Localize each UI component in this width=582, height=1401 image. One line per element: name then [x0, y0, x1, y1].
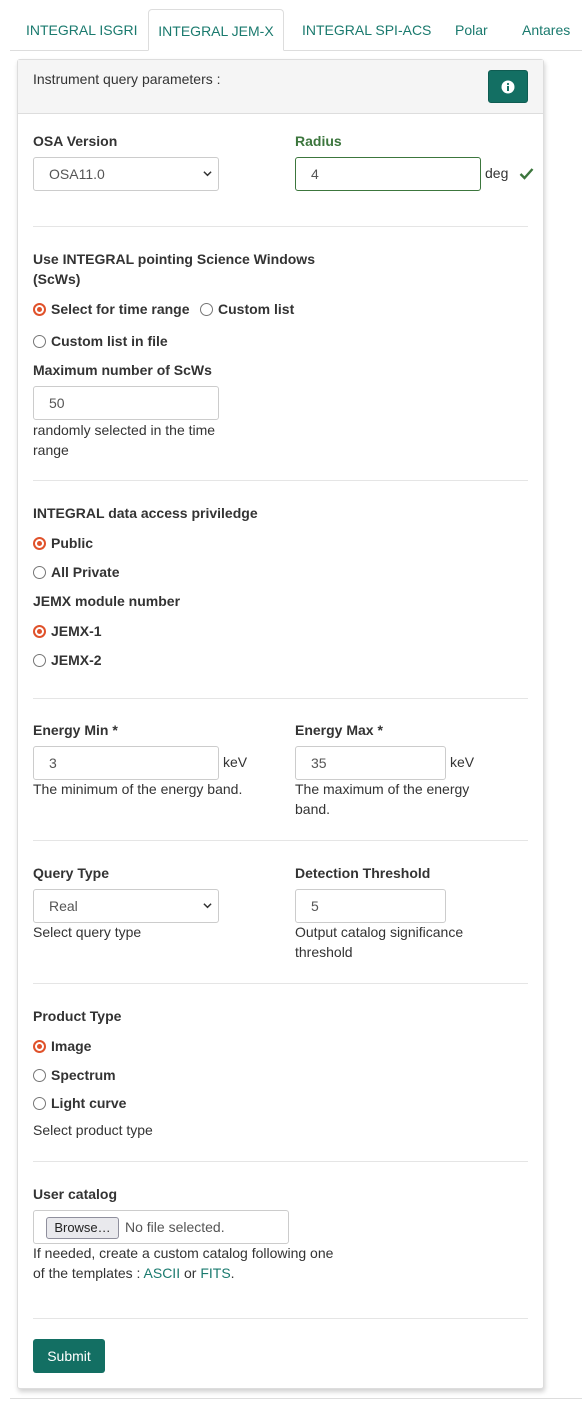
divider — [33, 480, 528, 481]
radius-unit: deg — [485, 165, 509, 181]
query-type-select[interactable]: Real — [33, 889, 219, 923]
catalog-help-line2: of the templates : ASCII or FITS. — [33, 1263, 235, 1283]
product-type-help: Select product type — [33, 1122, 153, 1138]
detection-threshold-help: Output catalog significance — [295, 924, 464, 940]
divider — [33, 840, 528, 841]
radio-light-curve[interactable]: Light curve — [33, 1093, 126, 1113]
jemx-label: JEMX module number — [33, 593, 181, 609]
energy-max-help-line2: band. — [295, 801, 331, 817]
panel-header-title: Instrument query parameters : — [33, 71, 221, 87]
energy-min-label: Energy Min * — [33, 722, 118, 738]
ascii-template-link[interactable]: ASCII — [144, 1265, 181, 1281]
tab-integral-spi-acs[interactable]: INTEGRAL SPI-ACS — [302, 9, 431, 51]
user-catalog-label: User catalog — [33, 1186, 118, 1202]
radio-button[interactable] — [33, 1068, 46, 1082]
radio-label: Custom list in file — [51, 333, 168, 349]
scw-label-line2: (ScWs) — [33, 271, 81, 287]
no-file-text: No file selected. — [125, 1219, 225, 1235]
catalog-help: If needed, create a custom catalog follo… — [33, 1245, 334, 1261]
radio-label: JEMX-2 — [51, 652, 102, 668]
catalog-help-suffix: . — [230, 1265, 235, 1281]
radio-button[interactable] — [33, 334, 46, 348]
radio-label: Select for time range — [51, 301, 190, 317]
osa-version-label: OSA Version — [33, 133, 118, 149]
access-label: INTEGRAL data access priviledge — [33, 505, 258, 521]
radio-button[interactable] — [33, 1039, 46, 1053]
scw-label: Use INTEGRAL pointing Science Windows — [33, 251, 315, 267]
tab-antares[interactable]: Antares — [522, 9, 570, 51]
radio-image[interactable]: Image — [33, 1036, 91, 1056]
radio-custom-list-file[interactable]: Custom list in file — [33, 331, 168, 351]
energy-min-unit: keV — [223, 754, 248, 770]
divider — [10, 1398, 582, 1399]
osa-version-select[interactable]: OSA11.0 — [33, 157, 219, 191]
user-catalog-file-input[interactable]: Browse… No file selected. — [33, 1210, 289, 1244]
divider — [33, 983, 528, 984]
tab-polar[interactable]: Polar — [455, 9, 488, 51]
radio-label: All Private — [51, 564, 120, 580]
instrument-tabs: INTEGRAL ISGRI INTEGRAL JEM-X INTEGRAL S… — [10, 9, 582, 51]
fits-template-link[interactable]: FITS — [200, 1265, 230, 1281]
energy-min-help: The minimum of the energy band. — [33, 781, 243, 797]
radio-button[interactable] — [33, 624, 46, 638]
divider — [33, 698, 528, 699]
divider — [33, 1318, 528, 1319]
radio-custom-list[interactable]: Custom list — [200, 299, 294, 319]
radio-label: Image — [51, 1038, 92, 1054]
panel-header: Instrument query parameters : — [18, 60, 543, 114]
max-scw-label: Maximum number of ScWs — [33, 362, 212, 378]
energy-max-input[interactable]: 35 — [295, 746, 446, 780]
query-type-value: Real — [49, 898, 78, 914]
instrument-query-panel: Instrument query parameters : OSA Versio… — [17, 59, 544, 1389]
radio-label: Spectrum — [51, 1067, 116, 1083]
catalog-help-or: or — [180, 1265, 201, 1281]
radio-jemx-2[interactable]: JEMX-2 — [33, 650, 102, 670]
query-type-help: Select query type — [33, 924, 142, 940]
product-type-label: Product Type — [33, 1008, 122, 1024]
radio-label: JEMX-1 — [51, 623, 102, 639]
catalog-help-prefix: of the templates : — [33, 1265, 144, 1281]
energy-min-input[interactable]: 3 — [33, 746, 219, 780]
radius-label: Radius — [295, 133, 342, 149]
submit-button[interactable]: Submit — [33, 1339, 105, 1373]
radio-button[interactable] — [33, 653, 46, 667]
detection-threshold-help-line2: threshold — [295, 944, 353, 960]
radio-label: Custom list — [218, 301, 295, 317]
tab-integral-jemx[interactable]: INTEGRAL JEM-X — [148, 9, 284, 51]
query-type-label: Query Type — [33, 865, 109, 881]
energy-max-label: Energy Max * — [295, 722, 383, 738]
info-button[interactable] — [488, 70, 528, 103]
divider — [33, 1161, 528, 1162]
radio-button[interactable] — [33, 536, 46, 550]
radio-label: Public — [51, 535, 94, 551]
max-scw-help-line2: range — [33, 442, 69, 458]
radio-label: Light curve — [51, 1095, 127, 1111]
radio-button[interactable] — [33, 302, 46, 316]
max-scw-help: randomly selected in the time — [33, 422, 216, 438]
checkmark-icon — [519, 168, 534, 180]
browse-button[interactable]: Browse… — [46, 1217, 119, 1239]
radio-select-time-range[interactable]: Select for time range — [33, 299, 190, 319]
radio-all-private[interactable]: All Private — [33, 562, 119, 582]
divider — [33, 226, 528, 227]
osa-version-value: OSA11.0 — [49, 166, 105, 182]
detection-threshold-label: Detection Threshold — [295, 865, 431, 881]
radio-public[interactable]: Public — [33, 533, 93, 553]
chevron-down-icon — [203, 903, 212, 909]
radio-button[interactable] — [33, 565, 46, 579]
radius-input[interactable]: 4 — [295, 157, 481, 191]
energy-max-help: The maximum of the energy — [295, 781, 470, 797]
radio-spectrum[interactable]: Spectrum — [33, 1065, 116, 1085]
radio-button[interactable] — [33, 1096, 46, 1110]
chevron-down-icon — [203, 171, 212, 177]
max-scw-input[interactable]: 50 — [33, 386, 219, 420]
radio-button[interactable] — [200, 302, 213, 316]
info-circle-icon — [501, 80, 515, 94]
detection-threshold-input[interactable]: 5 — [295, 889, 446, 923]
tab-integral-isgri[interactable]: INTEGRAL ISGRI — [26, 9, 138, 51]
energy-max-unit: keV — [450, 754, 475, 770]
radio-jemx-1[interactable]: JEMX-1 — [33, 621, 102, 641]
